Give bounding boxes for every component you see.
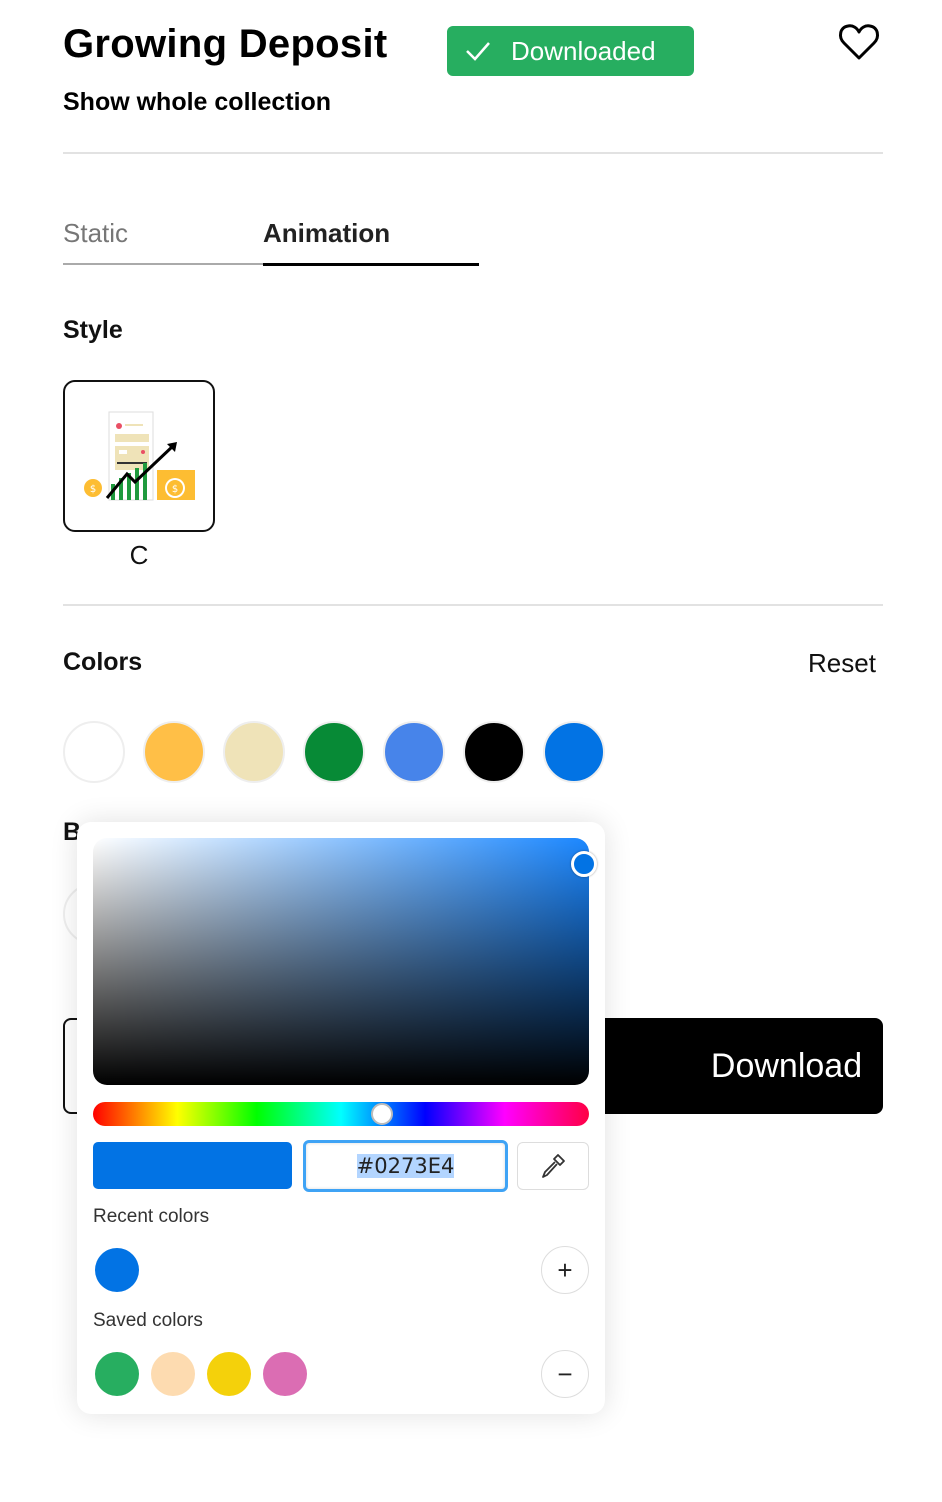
current-color-preview <box>93 1142 292 1189</box>
hex-color-input[interactable] <box>303 1140 508 1192</box>
remove-color-button[interactable]: − <box>541 1350 589 1398</box>
color-swatch[interactable] <box>383 721 445 783</box>
color-picker-popover: Recent colors + Saved colors − <box>77 822 605 1414</box>
colors-heading: Colors <box>63 648 143 676</box>
add-color-button[interactable]: + <box>541 1246 589 1294</box>
svg-text:$: $ <box>90 484 96 495</box>
eyedropper-icon <box>542 1154 565 1178</box>
active-tab-underline <box>263 263 479 266</box>
hue-slider-handle[interactable] <box>371 1103 393 1125</box>
page-title: Growing Deposit <box>63 22 388 66</box>
tab-animation[interactable]: Animation <box>263 218 390 249</box>
plus-icon: + <box>557 1254 573 1285</box>
favorite-heart-icon[interactable] <box>836 18 882 64</box>
tab-underline <box>63 263 263 265</box>
eyedropper-button[interactable] <box>517 1142 589 1190</box>
reset-colors-button[interactable]: Reset <box>808 648 876 679</box>
color-swatch[interactable] <box>63 721 125 783</box>
saved-color-chip[interactable] <box>207 1352 251 1396</box>
recent-color-chip[interactable] <box>95 1248 139 1292</box>
style-heading: Style <box>63 316 123 344</box>
downloaded-badge: Downloaded <box>447 26 694 76</box>
hue-slider[interactable] <box>93 1102 589 1126</box>
show-collection-link[interactable]: Show whole collection <box>63 88 331 117</box>
downloaded-badge-label: Downloaded <box>511 35 656 66</box>
color-swatch[interactable] <box>463 721 525 783</box>
color-swatch[interactable] <box>303 721 365 783</box>
divider <box>63 152 883 154</box>
growing-deposit-thumbnail-icon: $ $ <box>84 411 195 501</box>
recent-colors-label: Recent colors <box>93 1206 210 1227</box>
saved-color-chip[interactable] <box>263 1352 307 1396</box>
checkmark-icon <box>466 42 490 61</box>
saturation-handle[interactable] <box>571 851 597 877</box>
style-option-label: C <box>129 540 149 570</box>
download-button-label: Download <box>710 1046 863 1085</box>
style-option-c[interactable]: $ $ <box>63 380 215 532</box>
saved-color-chip[interactable] <box>151 1352 195 1396</box>
tab-static[interactable]: Static <box>63 218 128 249</box>
svg-text:$: $ <box>172 484 178 495</box>
saved-colors-label: Saved colors <box>93 1310 203 1331</box>
saturation-value-area[interactable] <box>93 838 589 1085</box>
minus-icon: − <box>557 1358 573 1389</box>
color-swatch[interactable] <box>543 721 605 783</box>
divider <box>63 604 883 606</box>
color-swatch[interactable] <box>223 721 285 783</box>
saved-color-chip[interactable] <box>95 1352 139 1396</box>
color-swatch[interactable] <box>143 721 205 783</box>
